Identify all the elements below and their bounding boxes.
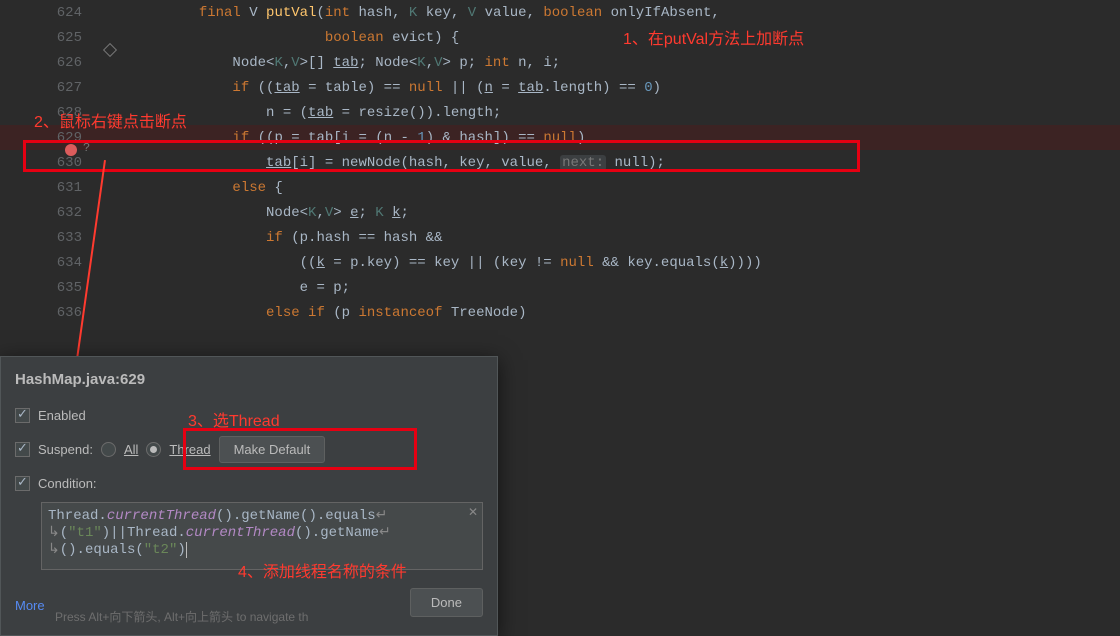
enabled-checkbox[interactable] [15, 408, 30, 423]
code-text: else if (p instanceof TreeNode) [140, 305, 526, 321]
line-number: 624 [0, 5, 100, 21]
code-line[interactable]: 628 n = (tab = resize()).length; [0, 100, 1120, 125]
code-line[interactable]: 631 else { [0, 175, 1120, 200]
suspend-label: Suspend: [38, 442, 93, 457]
condition-row[interactable]: Condition: [1, 466, 497, 500]
line-number: 625 [0, 30, 100, 46]
line-number: 627 [0, 80, 100, 96]
more-link[interactable]: More [1, 598, 59, 613]
line-number: 634 [0, 255, 100, 271]
code-text: ((k = p.key) == key || (key != null && k… [140, 255, 762, 271]
suspend-row[interactable]: Suspend: All Thread Make Default [1, 432, 497, 466]
code-text: boolean evict) { [140, 30, 459, 46]
suspend-thread-radio[interactable] [146, 442, 161, 457]
line-number: 630 [0, 155, 100, 171]
code-line[interactable]: 633 if (p.hash == hash && [0, 225, 1120, 250]
enabled-row[interactable]: Enabled [1, 398, 497, 432]
code-text: Node<K,V> e; K k; [140, 205, 409, 221]
code-line[interactable]: 630 tab[i] = newNode(hash, key, value, n… [0, 150, 1120, 175]
code-line[interactable]: 632 Node<K,V> e; K k; [0, 200, 1120, 225]
popup-title: HashMap.java:629 [1, 357, 497, 398]
code-line[interactable]: 635 e = p; [0, 275, 1120, 300]
line-number: 633 [0, 230, 100, 246]
code-line[interactable]: 636 else if (p instanceof TreeNode) [0, 300, 1120, 325]
code-line[interactable]: 627 if ((tab = table) == null || (n = ta… [0, 75, 1120, 100]
code-line[interactable]: 624 final V putVal(int hash, K key, V va… [0, 0, 1120, 25]
code-editor[interactable]: 624 final V putVal(int hash, K key, V va… [0, 0, 1120, 325]
line-number: 632 [0, 205, 100, 221]
suspend-all-label: All [124, 442, 138, 457]
condition-label: Condition: [38, 476, 97, 491]
code-line[interactable]: 626 Node<K,V>[] tab; Node<K,V> p; int n,… [0, 50, 1120, 75]
code-line[interactable]: 634 ((k = p.key) == key || (key != null … [0, 250, 1120, 275]
enabled-label: Enabled [38, 408, 86, 423]
suspend-all-radio[interactable] [101, 442, 116, 457]
close-icon[interactable]: ✕ [468, 505, 478, 520]
breakpoint-qmark: ? [83, 141, 90, 155]
code-text: if ((tab = table) == null || (n = tab.le… [140, 80, 661, 96]
code-text: Node<K,V>[] tab; Node<K,V> p; int n, i; [140, 55, 560, 71]
condition-text: Thread.currentThread().getName().equals↵ [48, 507, 476, 524]
code-text: if (p.hash == hash && [140, 230, 442, 246]
code-text: e = p; [140, 280, 350, 296]
line-number: 628 [0, 105, 100, 121]
breakpoint-icon[interactable] [65, 144, 77, 156]
code-text: tab[i] = newNode(hash, key, value, next:… [140, 155, 665, 171]
navigation-hint: Press Alt+向下箭头, Alt+向上箭头 to navigate th [55, 608, 308, 625]
code-text: final V putVal(int hash, K key, V value,… [140, 5, 720, 21]
condition-input[interactable]: ✕ Thread.currentThread().getName().equal… [41, 502, 483, 570]
code-text: else { [140, 180, 283, 196]
code-text: n = (tab = resize()).length; [140, 105, 501, 121]
code-line[interactable]: 625 boolean evict) { [0, 25, 1120, 50]
make-default-button[interactable]: Make Default [219, 436, 326, 463]
condition-checkbox[interactable] [15, 476, 30, 491]
done-button[interactable]: Done [410, 588, 483, 617]
suspend-thread-label: Thread [169, 442, 210, 457]
condition-text: ↳().equals("t2") [48, 541, 476, 558]
condition-text: ↳("t1")||Thread.currentThread().getName↵ [48, 524, 476, 541]
code-text: if ((p = tab[i = (n - 1) & hash]) == nul… [140, 130, 585, 146]
suspend-checkbox[interactable] [15, 442, 30, 457]
line-number: 631 [0, 180, 100, 196]
code-line-breakpoint[interactable]: 629 ? if ((p = tab[i = (n - 1) & hash]) … [0, 125, 1120, 150]
line-number: 626 [0, 55, 100, 71]
breakpoint-popup[interactable]: HashMap.java:629 Enabled Suspend: All Th… [0, 356, 498, 636]
